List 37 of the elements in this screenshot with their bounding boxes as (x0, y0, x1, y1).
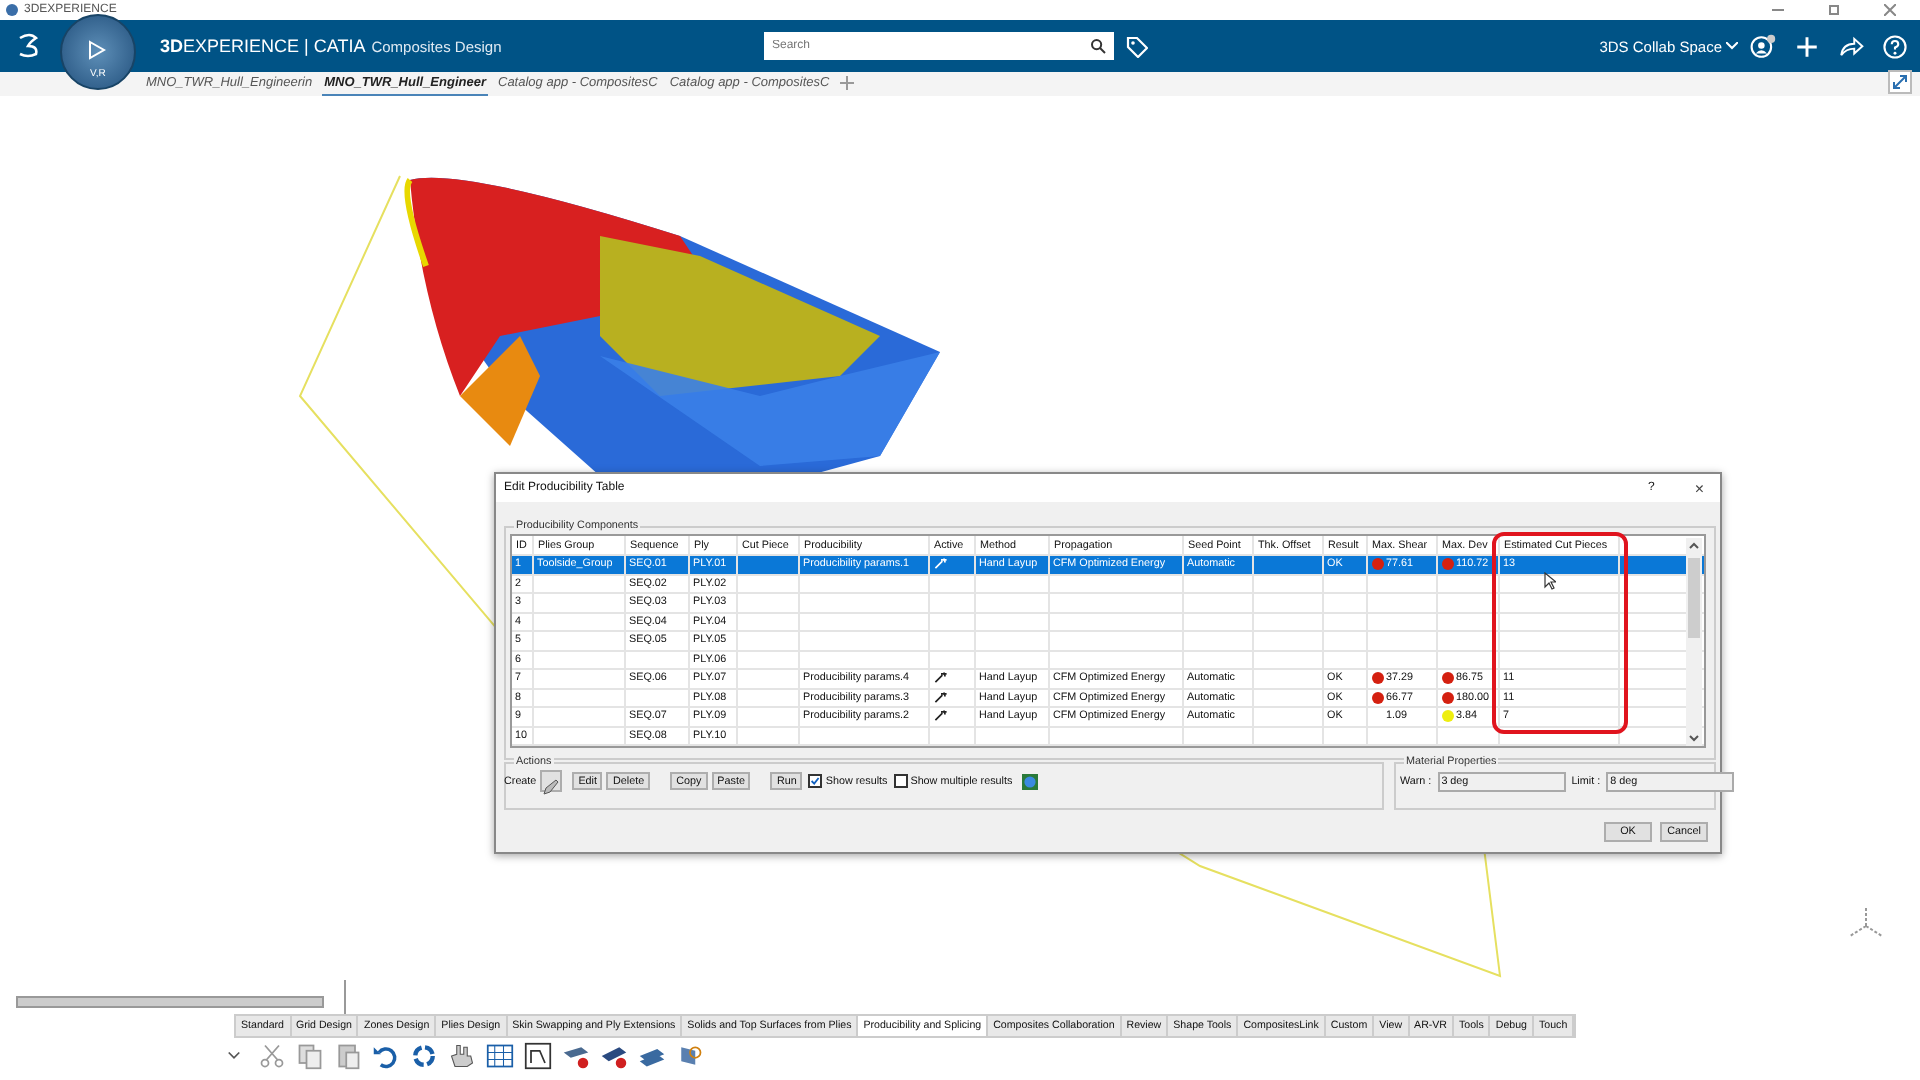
add-tab-icon[interactable] (839, 76, 854, 90)
app-icon (6, 4, 18, 16)
minimize-icon[interactable] (1772, 4, 1784, 16)
ply-splice-icon[interactable] (676, 1042, 704, 1070)
chart-icon[interactable] (524, 1042, 552, 1070)
user-icon[interactable] (1750, 33, 1776, 59)
close-button[interactable]: × (1694, 479, 1704, 497)
create-button[interactable] (540, 770, 563, 792)
search-icon[interactable] (1090, 38, 1106, 54)
horizontal-scrollbar[interactable] (16, 996, 324, 1008)
restore-icon[interactable] (1828, 4, 1840, 16)
chevron-down-icon[interactable] (1726, 42, 1738, 50)
scroll-down-icon[interactable] (1688, 732, 1700, 744)
undo-icon[interactable] (372, 1042, 400, 1070)
ply-remove-icon[interactable] (600, 1042, 628, 1070)
brand-title: 3DEXPERIENCE | CATIA (160, 36, 366, 56)
globe-icon[interactable] (1022, 773, 1039, 789)
play-icon[interactable] (86, 40, 106, 60)
refresh-icon[interactable] (410, 1042, 438, 1070)
scroll-up-icon[interactable] (1688, 540, 1700, 552)
paste-icon[interactable] (334, 1042, 362, 1070)
hand-icon[interactable] (448, 1042, 476, 1070)
table-icon[interactable] (486, 1042, 514, 1070)
ply-delete-icon[interactable] (562, 1042, 590, 1070)
copy-icon[interactable] (296, 1042, 324, 1070)
logo-icon[interactable] (16, 32, 44, 60)
plus-icon[interactable] (1794, 33, 1820, 59)
share-icon[interactable] (1838, 33, 1864, 59)
scissors-icon[interactable] (258, 1042, 286, 1070)
cursor-icon (1544, 572, 1556, 590)
checkbox[interactable] (893, 774, 908, 788)
collapse-icon[interactable] (1888, 70, 1912, 94)
help-icon[interactable] (1882, 33, 1908, 59)
close-icon[interactable] (1884, 4, 1896, 16)
vertical-scrollbar[interactable] (1686, 538, 1702, 746)
tag-icon[interactable] (1126, 35, 1148, 57)
checkbox[interactable] (808, 774, 823, 788)
